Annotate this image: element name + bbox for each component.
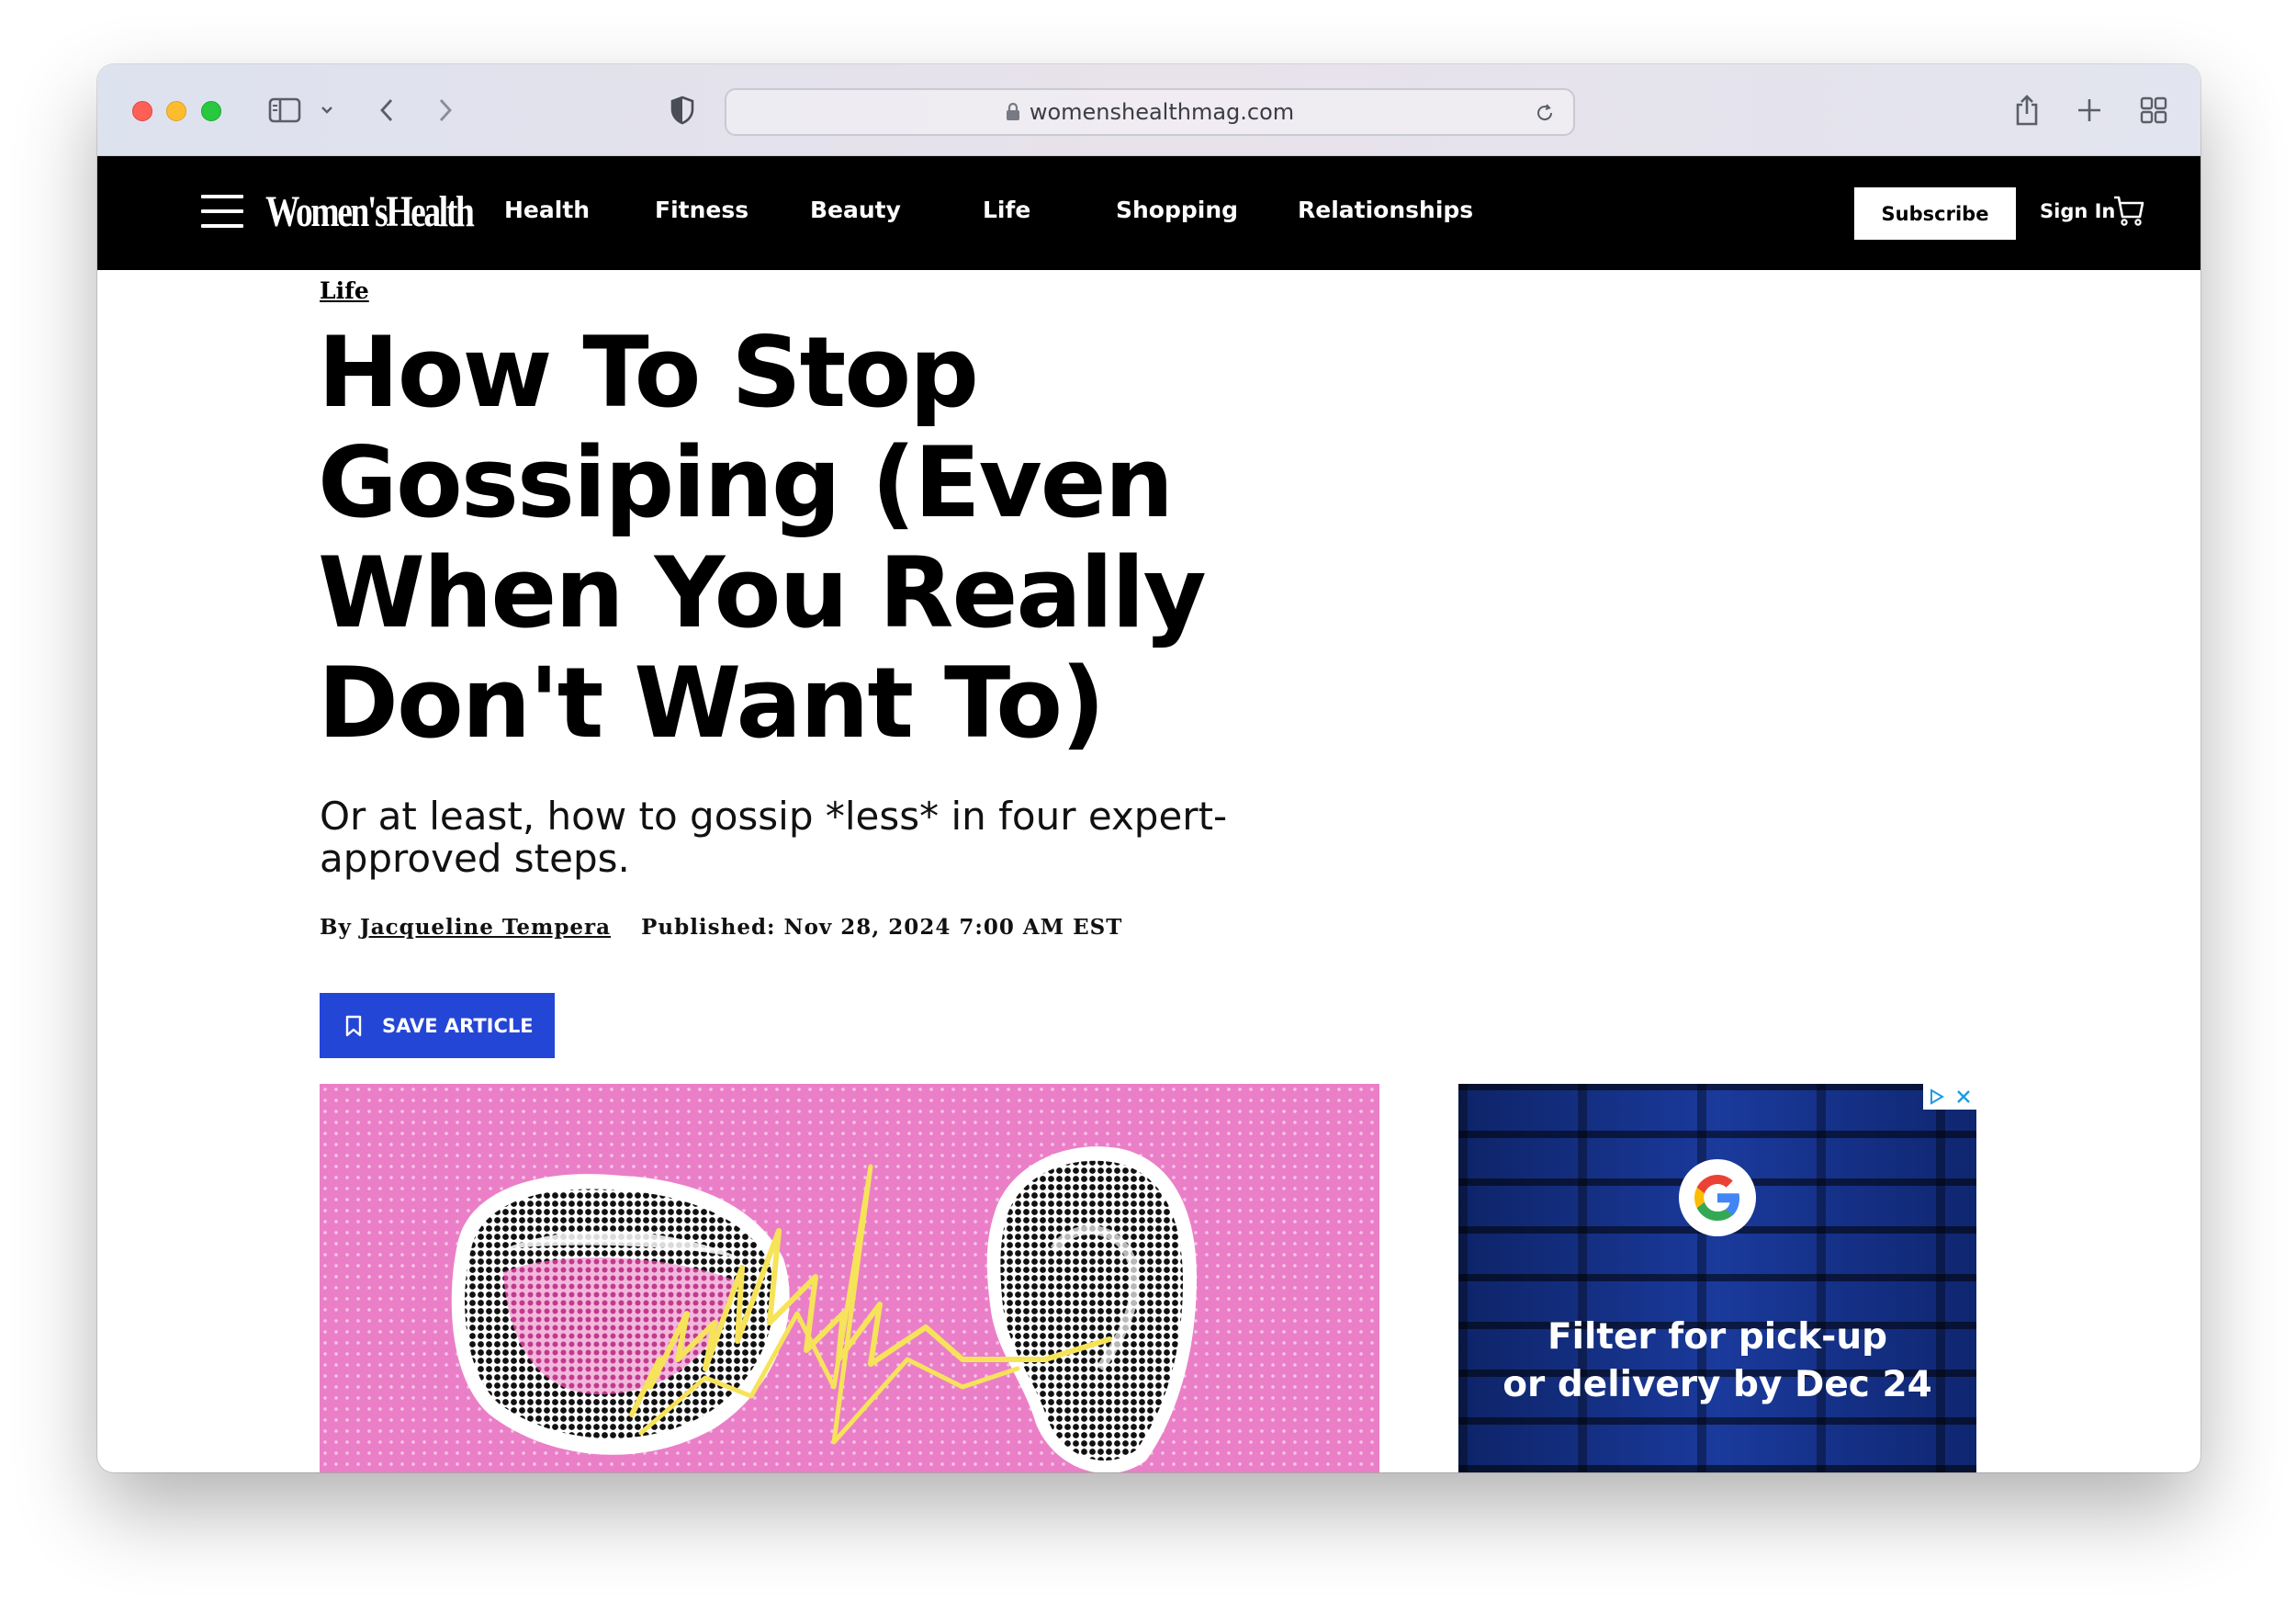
article-category-link[interactable]: Life	[320, 277, 369, 304]
ad-info-icon[interactable]	[1928, 1088, 1946, 1106]
save-article-button[interactable]: SAVE ARTICLE	[320, 993, 555, 1058]
cart-icon[interactable]	[2112, 193, 2145, 228]
nav-relationships[interactable]: Relationships	[1298, 197, 1473, 223]
sidebar-toggle-icon[interactable]	[266, 94, 303, 127]
bookmark-icon	[345, 1015, 362, 1036]
site-header: Women'sHealth Health Fitness Beauty Life…	[97, 156, 2200, 270]
ad-line-2: or delivery by Dec 24	[1503, 1364, 1932, 1405]
close-icon[interactable]	[1955, 1088, 1972, 1105]
hero-image	[320, 1084, 1379, 1472]
byline: By Jacqueline Tempera Published: Nov 28,…	[320, 915, 1122, 940]
subscribe-button[interactable]: Subscribe	[1854, 187, 2016, 240]
ad-line-1: Filter for pick-up	[1547, 1316, 1888, 1358]
save-article-label: SAVE ARTICLE	[382, 1014, 534, 1037]
back-icon[interactable]	[373, 94, 400, 127]
url-text: womenshealthmag.com	[1029, 99, 1295, 125]
byline-prefix: By	[320, 915, 352, 940]
nav-beauty[interactable]: Beauty	[810, 197, 901, 223]
nav-health[interactable]: Health	[504, 197, 590, 223]
advertisement[interactable]: Filter for pick-up or delivery by Dec 24	[1458, 1084, 1976, 1472]
site-logo[interactable]: Women'sHealth	[265, 186, 475, 237]
article-dek: Or at least, how to gossip *less* in fou…	[320, 794, 1228, 881]
sign-in-link[interactable]: Sign In	[2040, 200, 2115, 222]
browser-window: womenshealthmag.com Women'sHealth Health…	[97, 64, 2200, 1472]
article-headline: How To Stop Gossiping (Even When You Rea…	[318, 316, 1207, 760]
lock-icon	[1006, 103, 1019, 120]
mouth-ear-illustration	[451, 1146, 1197, 1472]
forward-icon[interactable]	[432, 94, 459, 127]
ad-choices[interactable]	[1923, 1084, 1976, 1110]
menu-icon[interactable]	[201, 195, 243, 231]
zoom-window-button[interactable]	[201, 101, 221, 121]
ad-headline[interactable]: Filter for pick-up or delivery by Dec 24	[1458, 1313, 1976, 1409]
close-window-button[interactable]	[132, 101, 152, 121]
tab-overview-icon[interactable]	[2138, 94, 2169, 127]
reload-icon[interactable]	[1535, 103, 1555, 123]
author-link[interactable]: Jacqueline Tempera	[360, 915, 611, 940]
nav-life[interactable]: Life	[983, 197, 1030, 223]
nav-fitness[interactable]: Fitness	[655, 197, 748, 223]
address-bar[interactable]: womenshealthmag.com	[725, 88, 1575, 136]
shield-icon[interactable]	[667, 94, 698, 127]
new-tab-icon[interactable]	[2074, 94, 2105, 127]
nav-shopping[interactable]: Shopping	[1116, 197, 1238, 223]
browser-toolbar: womenshealthmag.com	[97, 64, 2200, 156]
share-icon[interactable]	[2011, 94, 2043, 127]
minimize-window-button[interactable]	[166, 101, 186, 121]
publish-date: Published: Nov 28, 2024 7:00 AM EST	[641, 915, 1123, 940]
chevron-down-icon[interactable]	[318, 94, 336, 127]
google-logo-icon	[1679, 1159, 1756, 1236]
